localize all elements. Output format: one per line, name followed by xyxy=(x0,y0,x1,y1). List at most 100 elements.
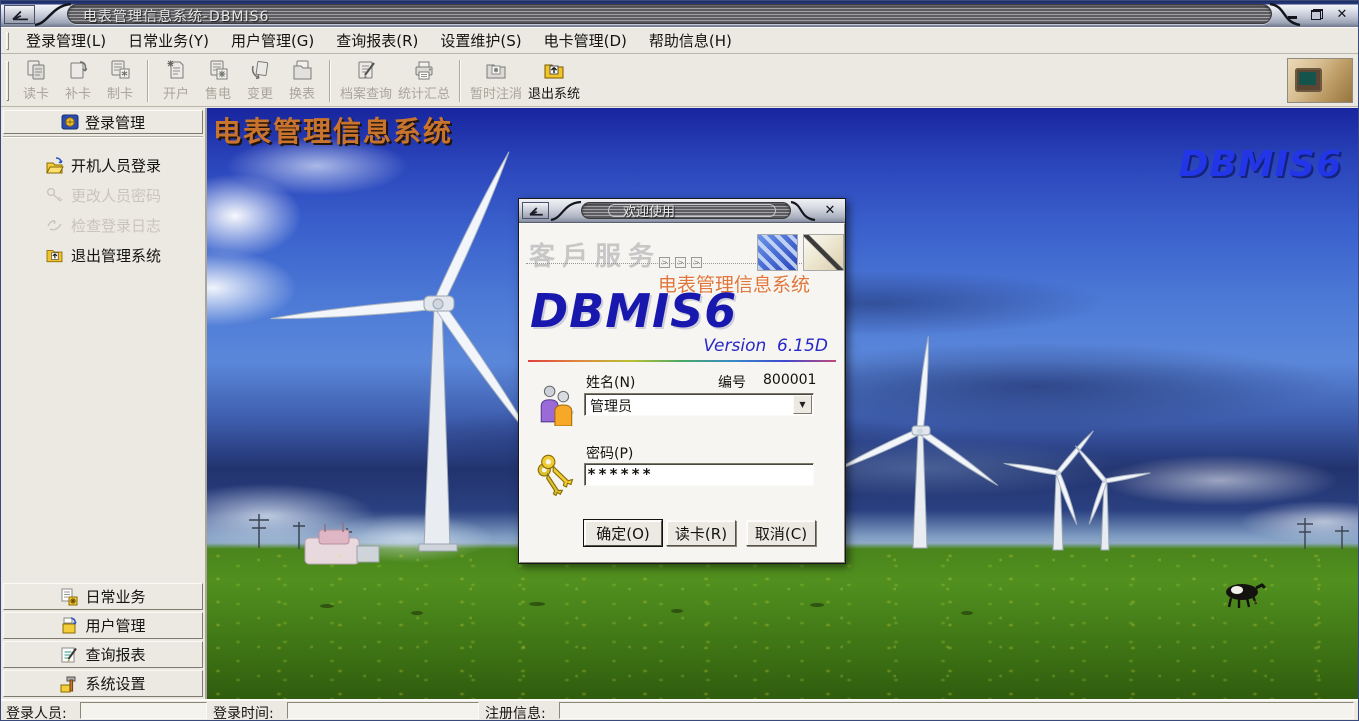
dialog-logo-icon xyxy=(522,202,549,219)
close-icon: ✕ xyxy=(1337,7,1348,22)
sidebar-group-reports[interactable]: 查询报表 xyxy=(3,641,203,668)
minimize-button[interactable] xyxy=(1285,7,1299,21)
menu-item-settings[interactable]: 设置维护(S) xyxy=(429,27,532,54)
tool-replace-meter: 换表 xyxy=(281,57,323,104)
toolbar-separator xyxy=(147,60,149,102)
menu-grip xyxy=(6,32,9,50)
report-query-icon xyxy=(60,646,78,664)
logoff-icon xyxy=(484,58,508,82)
read-card-icon xyxy=(24,58,48,82)
exit-manage-icon xyxy=(45,246,64,264)
dialog-version: Version 6.15D xyxy=(703,336,828,356)
toolbar-separator xyxy=(459,60,461,102)
app-logo-icon xyxy=(4,5,35,24)
make-card-icon xyxy=(108,58,132,82)
users-icon xyxy=(538,384,576,426)
daily-business-icon xyxy=(60,588,78,606)
tool-exit-system[interactable]: 退出系统 xyxy=(525,57,583,104)
login-dialog: 欢迎使用 ✕ 客戶服务 > > > 电表管理信息系统 DBMIS6 Versio… xyxy=(518,198,846,564)
replace-meter-icon xyxy=(290,58,314,82)
pen-photo-thumbnail xyxy=(803,234,844,271)
check-log-icon xyxy=(45,216,64,234)
menu-item-users[interactable]: 用户管理(G) xyxy=(220,27,325,54)
window-title: 电表管理信息系统-DBMIS6 xyxy=(83,6,269,26)
sidebar-item-check-log: 检查登录日志 xyxy=(1,210,205,240)
user-manage-icon xyxy=(60,617,78,635)
sidebar: 登录管理 开机人员登录 更改人员密码 检查登录日志 退出管理系统 xyxy=(1,108,207,699)
minimize-icon xyxy=(1288,16,1297,19)
ok-button[interactable]: 确定(O) xyxy=(584,520,662,546)
status-reg-value xyxy=(559,702,1354,719)
sell-power-icon xyxy=(206,58,230,82)
exit-system-icon xyxy=(542,58,566,82)
menu-item-reports[interactable]: 查询报表(R) xyxy=(325,27,429,54)
status-user-value xyxy=(80,702,207,719)
keyboard-photo-thumbnail xyxy=(757,234,798,271)
status-bar: 登录人员: 登录时间: 注册信息: xyxy=(1,699,1358,720)
dialog-close-icon: ✕ xyxy=(825,203,836,218)
id-value: 800001 xyxy=(763,372,816,388)
dialog-title: 欢迎使用 xyxy=(623,201,675,220)
tool-reissue-card: 补卡 xyxy=(57,57,99,104)
keys-icon xyxy=(534,452,578,496)
restore-icon xyxy=(1311,9,1323,20)
reissue-card-icon xyxy=(66,58,90,82)
name-combobox[interactable]: 管理员 ▼ xyxy=(584,393,814,416)
sidebar-header-label: 登录管理 xyxy=(85,112,145,133)
menu-item-login[interactable]: 登录管理(L) xyxy=(15,27,117,54)
sidebar-item-change-password: 更改人员密码 xyxy=(1,180,205,210)
password-label: 密码(P) xyxy=(586,443,633,463)
titlebar: 电表管理信息系统-DBMIS6 ✕ xyxy=(1,1,1358,27)
change-icon xyxy=(248,58,272,82)
status-time-label: 登录时间: xyxy=(213,703,274,721)
chevron-down-icon: ▼ xyxy=(799,400,805,409)
dialog-titlebar: 欢迎使用 ✕ xyxy=(519,199,845,223)
name-label: 姓名(N) xyxy=(586,372,635,392)
status-time-value xyxy=(287,702,479,719)
tool-archive-query: 档案查询 xyxy=(337,57,395,104)
dialog-close-button[interactable]: ✕ xyxy=(822,203,838,218)
menu-item-daily[interactable]: 日常业务(Y) xyxy=(117,27,220,54)
close-button[interactable]: ✕ xyxy=(1335,7,1349,21)
sidebar-header-login[interactable]: 登录管理 xyxy=(3,110,203,134)
dialog-brand-text: 客戶服务 xyxy=(529,236,661,273)
sidebar-item-exit-system[interactable]: 退出管理系统 xyxy=(1,240,205,270)
sidebar-divider xyxy=(3,136,203,138)
toolbar-photo-thumbnail xyxy=(1287,58,1353,103)
statistics-icon xyxy=(412,58,436,82)
sidebar-group-users[interactable]: 用户管理 xyxy=(3,612,203,639)
system-settings-icon xyxy=(60,675,78,693)
tool-make-card: 制卡 xyxy=(99,57,141,104)
dialog-product-name: DBMIS6 xyxy=(530,284,737,338)
tool-logoff: 暂时注消 xyxy=(467,57,525,104)
dialog-swoosh-right xyxy=(789,199,817,223)
sidebar-item-operator-login[interactable]: 开机人员登录 xyxy=(1,150,205,180)
menu-item-help[interactable]: 帮助信息(H) xyxy=(638,27,743,54)
dialog-title-pill: 欢迎使用 xyxy=(608,204,776,217)
grass-texture xyxy=(207,549,1358,699)
password-input[interactable] xyxy=(587,465,787,483)
main-watermark: DBMIS6 xyxy=(1178,144,1342,185)
open-account-icon xyxy=(164,58,188,82)
window-controls: ✕ xyxy=(1285,6,1349,22)
dialog-body: 客戶服务 > > > 电表管理信息系统 DBMIS6 Version 6.15D… xyxy=(519,223,845,563)
status-reg-label: 注册信息: xyxy=(485,703,546,721)
toolbar-separator xyxy=(329,60,331,102)
read-card-button[interactable]: 读卡(R) xyxy=(666,520,736,546)
dialog-stripe-band: 欢迎使用 xyxy=(581,202,791,219)
sidebar-group-daily[interactable]: 日常业务 xyxy=(3,583,203,610)
name-value: 管理员 xyxy=(590,396,632,416)
menu-item-card[interactable]: 电卡管理(D) xyxy=(533,27,638,54)
login-manage-icon xyxy=(61,113,79,131)
dialog-button-row: 确定(O) 读卡(R) 取消(C) xyxy=(520,520,844,546)
change-password-icon xyxy=(45,186,64,204)
tool-statistics: 统计汇总 xyxy=(395,57,453,104)
cancel-button[interactable]: 取消(C) xyxy=(746,520,816,546)
password-field[interactable] xyxy=(584,463,814,486)
status-user-label: 登录人员: xyxy=(6,703,67,721)
menu-bar: 登录管理(L) 日常业务(Y) 用户管理(G) 查询报表(R) 设置维护(S) … xyxy=(1,27,1358,54)
tool-open-account: 开户 xyxy=(155,57,197,104)
sidebar-group-settings[interactable]: 系统设置 xyxy=(3,670,203,697)
combobox-dropdown-button[interactable]: ▼ xyxy=(793,395,812,414)
restore-button[interactable] xyxy=(1310,7,1324,21)
